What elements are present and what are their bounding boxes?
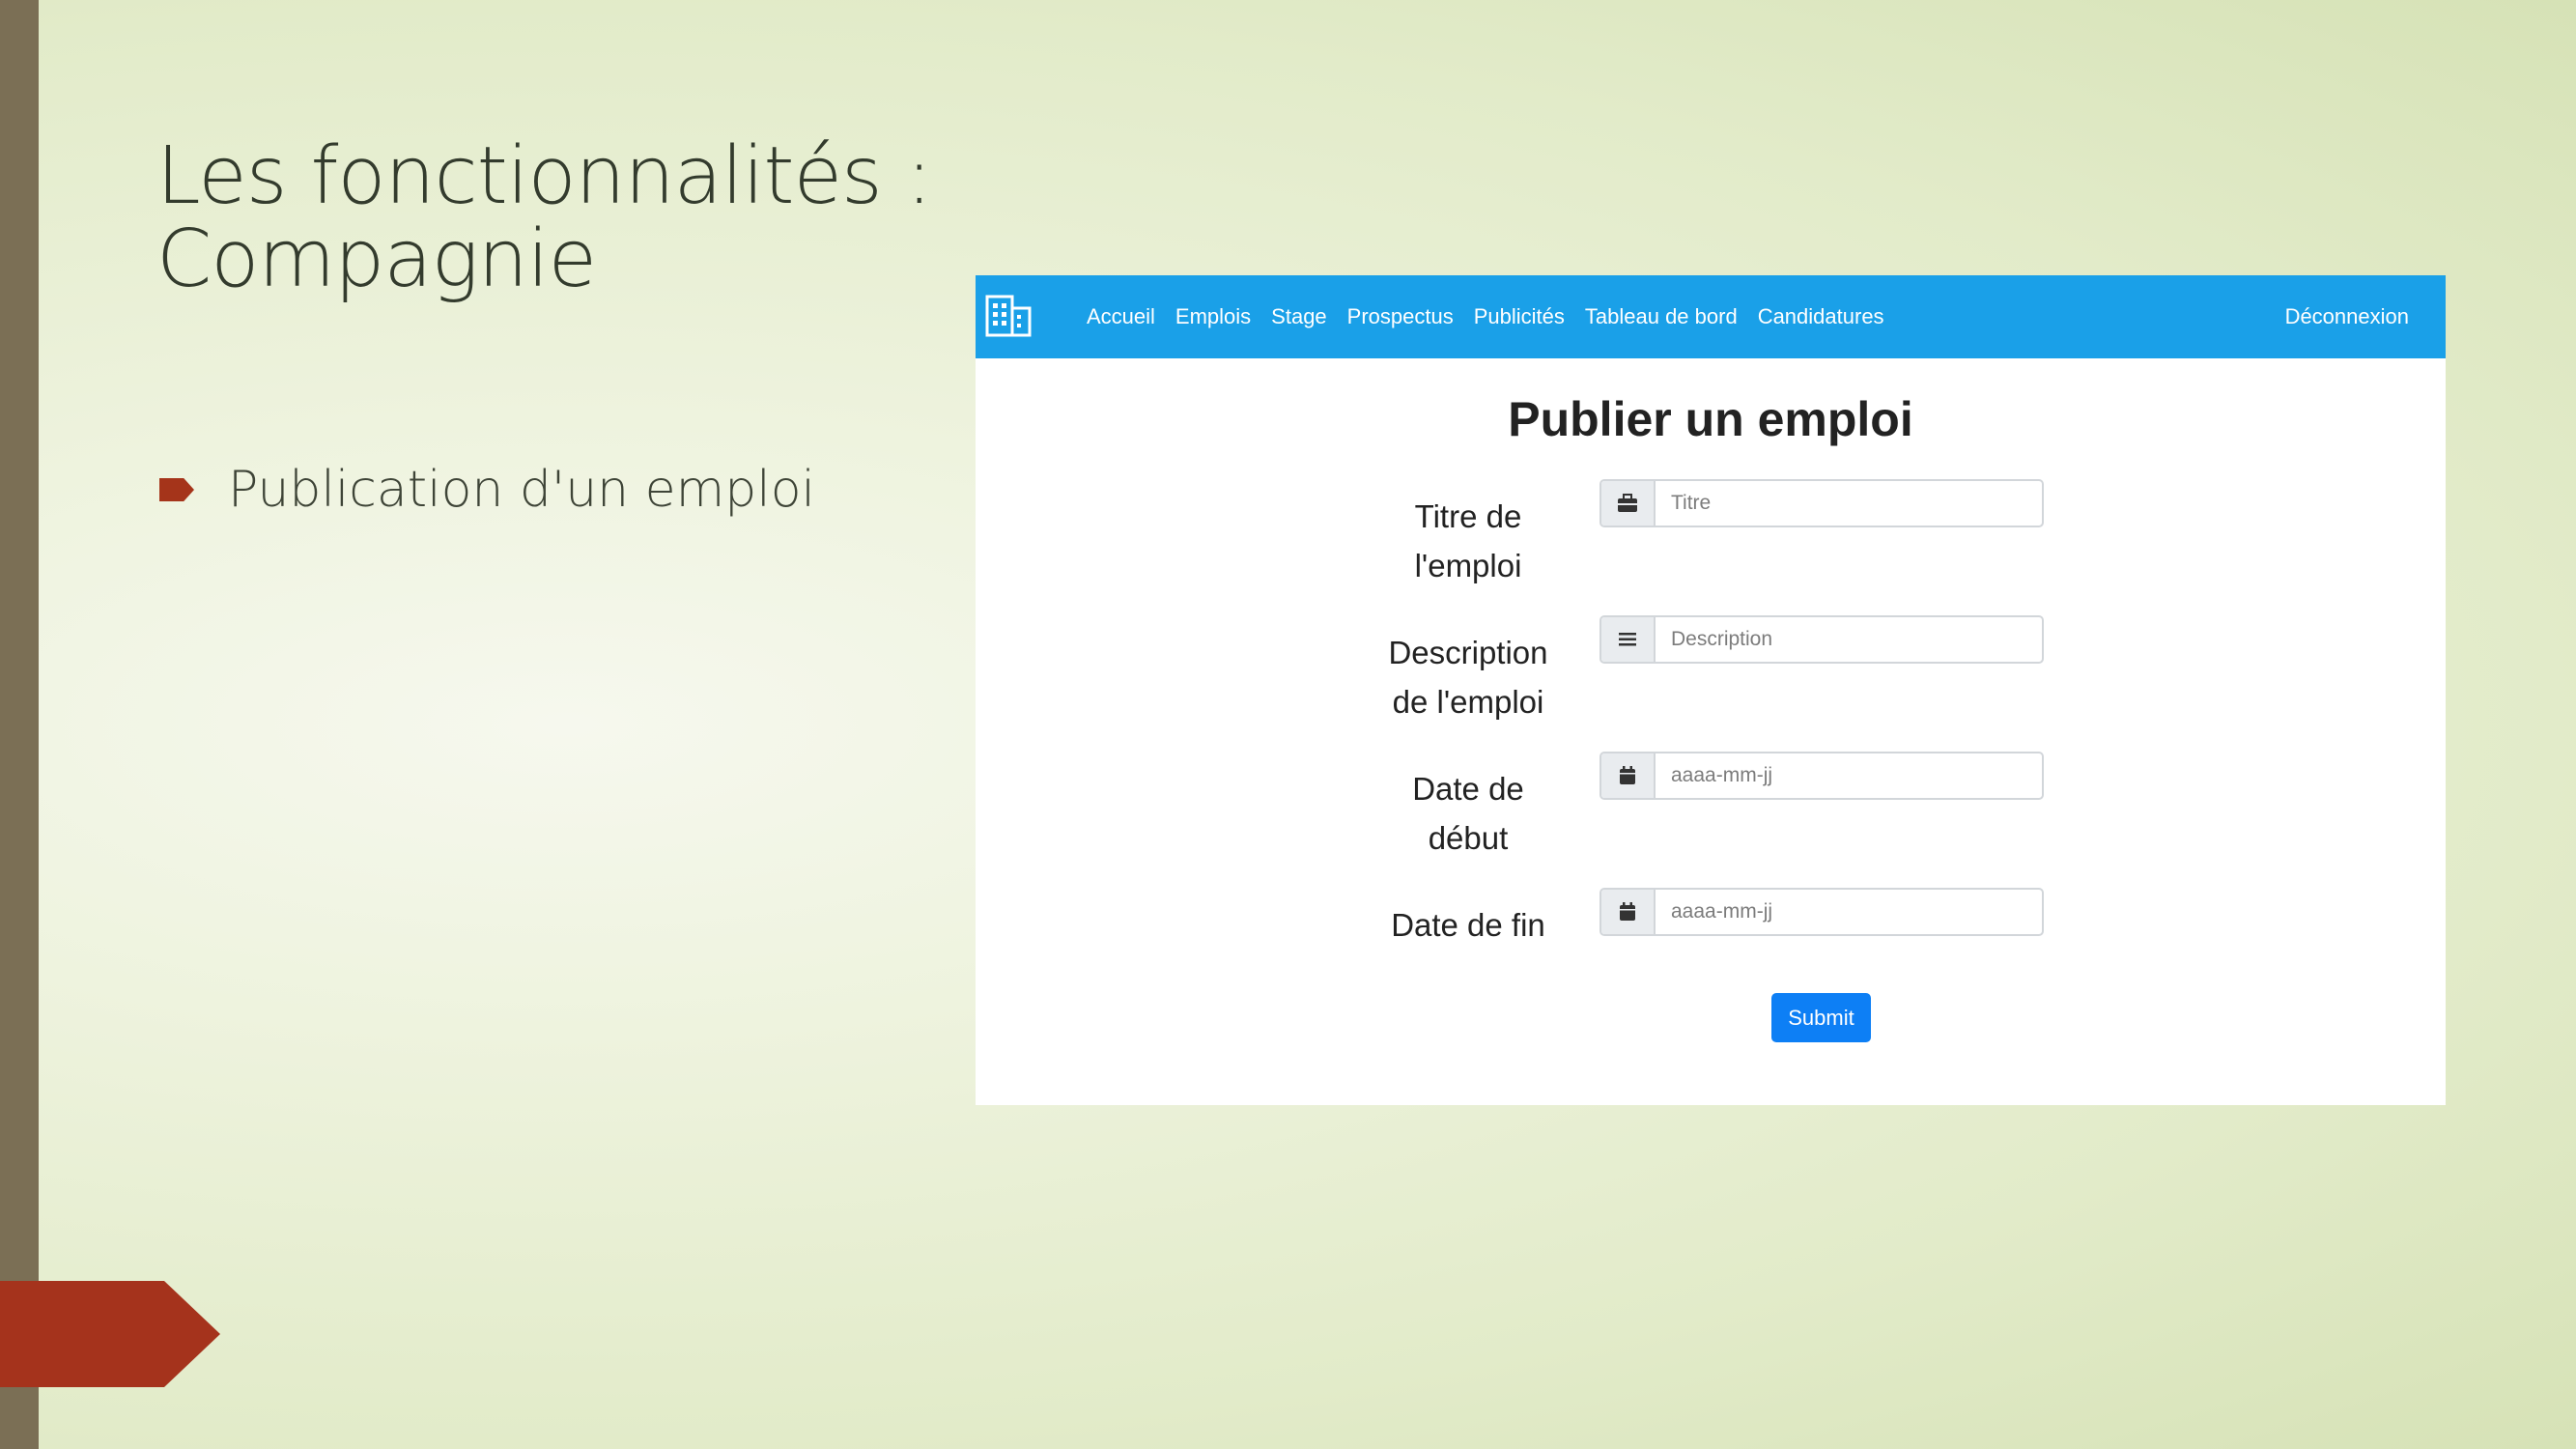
titre-input[interactable] bbox=[1656, 481, 2042, 526]
date-debut-input[interactable] bbox=[1656, 753, 2042, 798]
description-input[interactable] bbox=[1656, 617, 2042, 662]
date-fin-input-group bbox=[1599, 888, 2044, 936]
calendar-icon bbox=[1601, 890, 1656, 934]
submit-button[interactable]: Submit bbox=[1771, 993, 1871, 1042]
left-decorative-bar bbox=[0, 0, 39, 1449]
nav-link-stage[interactable]: Stage bbox=[1271, 304, 1327, 329]
nav-link-emplois[interactable]: Emplois bbox=[1175, 304, 1251, 329]
red-arrow-tab bbox=[0, 1281, 220, 1387]
slide-title: Les fonctionnalités : Compagnie bbox=[156, 135, 1026, 301]
app-screenshot: Accueil Emplois Stage Prospectus Publici… bbox=[976, 275, 2446, 1105]
list-icon bbox=[1601, 617, 1656, 662]
field-label-date-debut-line2: début bbox=[1428, 820, 1509, 856]
field-label-date-fin-line1: Date de fin bbox=[1391, 907, 1545, 943]
date-debut-input-group bbox=[1599, 752, 2044, 800]
navbar: Accueil Emplois Stage Prospectus Publici… bbox=[976, 275, 2446, 358]
nav-link-tableau-de-bord[interactable]: Tableau de bord bbox=[1585, 304, 1738, 329]
nav-link-publicites[interactable]: Publicités bbox=[1474, 304, 1565, 329]
nav-link-accueil[interactable]: Accueil bbox=[1087, 304, 1155, 329]
slide-title-line1: Les fonctionnalités : bbox=[156, 130, 932, 222]
calendar-icon bbox=[1601, 753, 1656, 798]
nav-link-candidatures[interactable]: Candidatures bbox=[1758, 304, 1884, 329]
field-label-description: Description de l'emploi bbox=[1352, 628, 1584, 726]
bullet-text: Publication d'un emploi bbox=[228, 461, 816, 519]
field-label-titre: Titre de l'emploi bbox=[1352, 492, 1584, 590]
slide-title-line2: Compagnie bbox=[156, 213, 597, 305]
field-label-description-line1: Description bbox=[1388, 635, 1548, 670]
briefcase-icon bbox=[1601, 481, 1656, 526]
description-input-group bbox=[1599, 615, 2044, 664]
titre-input-group bbox=[1599, 479, 2044, 527]
field-label-date-debut-line1: Date de bbox=[1412, 771, 1524, 807]
bullet-arrow-icon bbox=[159, 478, 194, 501]
nav-link-prospectus[interactable]: Prospectus bbox=[1347, 304, 1454, 329]
field-label-date-debut: Date de début bbox=[1352, 764, 1584, 863]
bullet-item: Publication d'un emploi bbox=[159, 456, 815, 524]
building-icon[interactable] bbox=[985, 295, 1032, 337]
field-label-description-line2: de l'emploi bbox=[1392, 684, 1544, 720]
field-label-titre-line1: Titre de bbox=[1414, 498, 1522, 534]
field-label-titre-line2: l'emploi bbox=[1414, 548, 1522, 583]
field-label-date-fin: Date de fin bbox=[1352, 900, 1584, 950]
nav-links: Accueil Emplois Stage Prospectus Publici… bbox=[1087, 275, 1905, 358]
form-title: Publier un emploi bbox=[1508, 392, 1913, 446]
logout-link[interactable]: Déconnexion bbox=[2285, 275, 2409, 358]
date-fin-input[interactable] bbox=[1656, 890, 2042, 934]
